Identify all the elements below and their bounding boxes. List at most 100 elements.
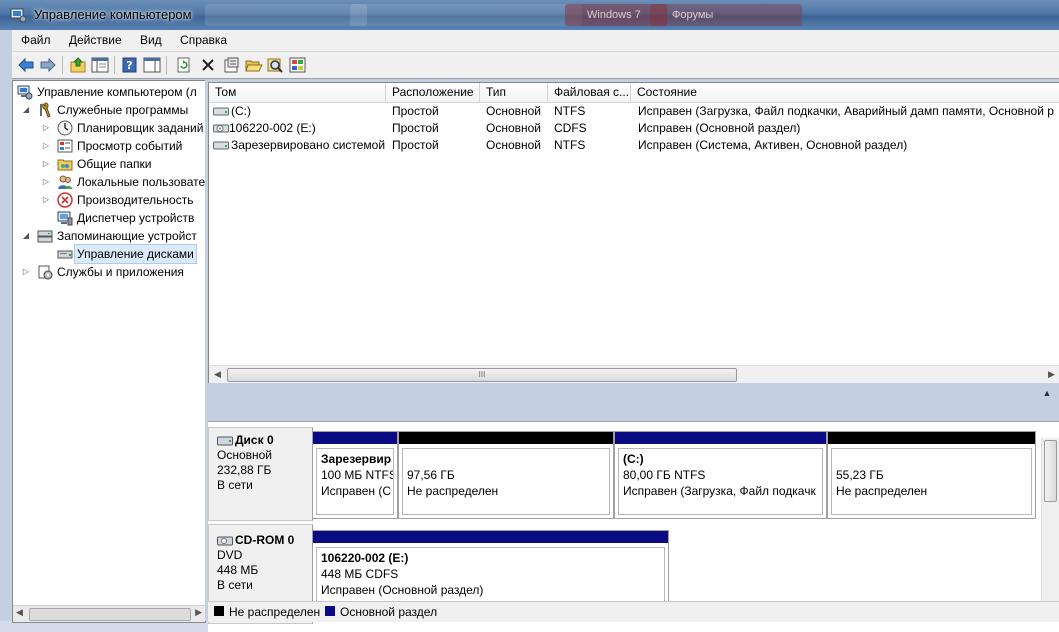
console-tree[interactable]: Управление компьютером (л ◢ Служебные пр… <box>12 80 206 623</box>
disk-name: CD-ROM 0 <box>235 533 295 547</box>
background-tab-1[interactable] <box>205 4 367 26</box>
column-header-volume[interactable]: Том <box>209 83 386 102</box>
scrollbar-thumb[interactable] <box>29 608 191 621</box>
table-row[interactable]: 106220-002 (E:) Простой Основной CDFS Ис… <box>209 120 1059 137</box>
forward-button[interactable] <box>38 55 58 75</box>
collapsed-arrow-icon[interactable]: ▷ <box>41 155 51 173</box>
computer-management-icon <box>17 85 33 100</box>
storage-icon <box>37 230 53 243</box>
scroll-left-icon[interactable]: ◀ <box>209 366 226 383</box>
collapsed-arrow-icon[interactable]: ▷ <box>41 191 51 209</box>
cd-drive-icon <box>217 536 233 546</box>
disk-0-label[interactable]: Диск 0 Основной 232,88 ГБ В сети <box>208 427 313 521</box>
tree-horizontal-scrollbar[interactable]: ◀ ▶ <box>13 605 205 622</box>
background-tab-4[interactable]: Форумы <box>650 4 802 26</box>
partition-bar <box>313 432 397 444</box>
legend-label-primary: Основной раздел <box>340 605 438 619</box>
title-bar[interactable]: Управление компьютером Windows 7 Форумы <box>0 0 1059 30</box>
settings-button[interactable] <box>288 55 308 75</box>
properties-button[interactable] <box>222 55 242 75</box>
tree-label: Производительность <box>77 193 194 207</box>
scrollbar-grip: III <box>478 370 486 379</box>
scroll-left-icon[interactable]: ◀ <box>16 607 23 618</box>
tree-label: Локальные пользовате <box>77 175 206 189</box>
users-icon <box>58 175 72 189</box>
forward-icon <box>40 57 56 73</box>
window-frame: Файл Действие Вид Справка ? Управление к… <box>0 30 1059 632</box>
device-manager-icon <box>57 211 73 226</box>
disk-kind: Основной <box>217 448 273 462</box>
table-row[interactable]: Зарезервировано системой Простой Основно… <box>209 137 1059 154</box>
partition-system-reserved[interactable]: Зарезервир 100 МБ NTFS Исправен (С <box>312 431 398 519</box>
background-tab-2[interactable] <box>350 4 582 26</box>
tree-label: Управление дисками <box>74 244 197 264</box>
collapsed-arrow-icon[interactable]: ▷ <box>21 263 31 281</box>
show-action-pane-button[interactable] <box>142 55 162 75</box>
back-button[interactable] <box>16 55 36 75</box>
tree-label: Диспетчер устройств <box>77 211 195 225</box>
table-row[interactable]: (C:) Простой Основной NTFS Исправен (Заг… <box>209 103 1059 120</box>
volume-list[interactable]: Том Расположение Тип Файловая с... Состо… <box>208 82 1059 383</box>
collapsed-arrow-icon[interactable]: ▷ <box>41 119 51 137</box>
toolbar: ? <box>12 52 1059 79</box>
column-header-status[interactable]: Состояние <box>631 83 1059 102</box>
performance-icon <box>57 192 73 208</box>
menu-file[interactable]: Файл <box>15 30 57 50</box>
column-header-type[interactable]: Тип <box>480 83 548 102</box>
search-icon <box>267 58 283 73</box>
clock-icon <box>57 120 73 136</box>
open-button[interactable] <box>244 55 264 75</box>
cd-drive-icon <box>213 124 229 133</box>
disk-state: В сети <box>217 578 253 592</box>
services-icon <box>38 265 53 280</box>
shared-folder-icon <box>57 159 73 171</box>
scrollbar-thumb[interactable]: III <box>227 368 737 382</box>
expanded-arrow-icon[interactable]: ◢ <box>21 227 31 245</box>
disk-kind: DVD <box>217 548 243 562</box>
collapsed-arrow-icon[interactable]: ▷ <box>41 173 51 191</box>
help-icon: ? <box>122 57 137 73</box>
collapsed-arrow-icon[interactable]: ▷ <box>41 137 51 155</box>
menu-action[interactable]: Действие <box>63 30 128 50</box>
tree-label: Просмотр событий <box>77 139 183 153</box>
column-header-filesystem[interactable]: Файловая с... <box>548 83 631 102</box>
disk-size: 448 МБ <box>217 563 259 577</box>
menu-help[interactable]: Справка <box>174 30 233 50</box>
tree-label: Службы и приложения <box>57 265 184 279</box>
scrollbar-thumb[interactable] <box>1044 440 1057 502</box>
expanded-arrow-icon[interactable]: ◢ <box>21 101 31 119</box>
delete-icon <box>202 59 214 71</box>
partition-c-drive[interactable]: (C:) 80,00 ГБ NTFS Исправен (Загрузка, Ф… <box>614 431 827 519</box>
volume-list-horizontal-scrollbar[interactable]: ◀ III ▶ <box>209 365 1059 383</box>
up-folder-button[interactable] <box>68 55 88 75</box>
disk-view-vertical-scrollbar[interactable] <box>1041 438 1059 616</box>
partition-unallocated-2[interactable]: 55,23 ГБ Не распределен <box>827 431 1036 519</box>
column-header-layout[interactable]: Расположение <box>386 83 480 102</box>
window-title: Управление компьютером <box>34 7 192 22</box>
properties-icon <box>224 57 239 73</box>
delete-button[interactable] <box>198 55 218 75</box>
drive-icon <box>213 107 229 116</box>
disk-size: 232,88 ГБ <box>217 463 272 477</box>
open-icon <box>245 60 263 72</box>
menu-view[interactable]: Вид <box>134 30 168 50</box>
partition-unallocated-1[interactable]: 97,56 ГБ Не распределен <box>398 431 614 519</box>
help-button[interactable]: ? <box>120 55 140 75</box>
show-console-tree-button[interactable] <box>90 55 110 75</box>
show-action-pane-icon <box>143 57 161 73</box>
horizontal-splitter[interactable]: ▲ <box>208 383 1059 421</box>
refresh-icon <box>177 57 190 73</box>
tools-icon <box>40 102 51 118</box>
settings-icon <box>289 57 306 73</box>
scroll-right-icon[interactable]: ▶ <box>195 607 202 618</box>
partition-bar <box>615 432 826 444</box>
tree-label: Планировщик заданий <box>77 121 204 135</box>
menu-bar: Файл Действие Вид Справка <box>12 30 1059 52</box>
drive-icon <box>213 141 229 150</box>
partition-bar <box>828 432 1035 444</box>
scroll-right-icon[interactable]: ▶ <box>1043 366 1059 383</box>
scroll-up-icon[interactable]: ▲ <box>1041 388 1053 400</box>
refresh-button[interactable] <box>174 55 194 75</box>
computer-management-icon <box>10 8 26 23</box>
search-button[interactable] <box>266 55 286 75</box>
